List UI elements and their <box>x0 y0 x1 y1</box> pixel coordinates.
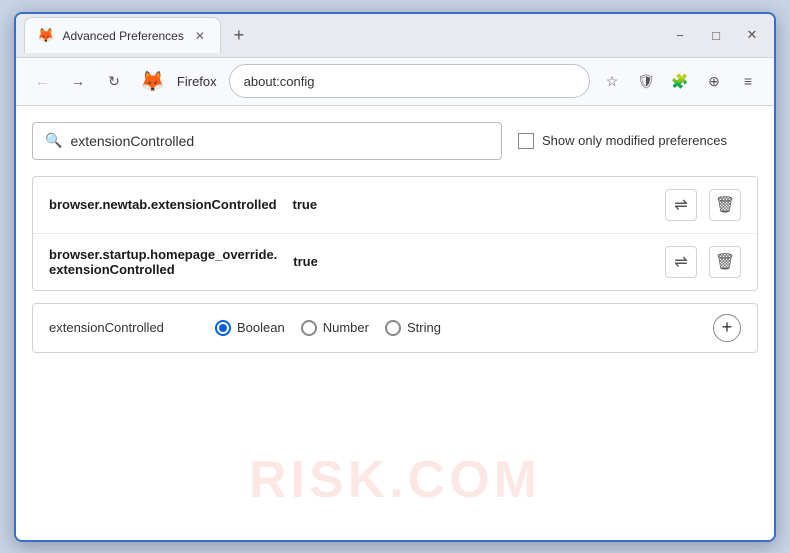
firefox-logo: 🦊 <box>140 69 165 94</box>
radio-boolean-circle[interactable] <box>215 320 231 336</box>
show-modified-checkbox-row[interactable]: Show only modified preferences <box>518 133 727 149</box>
tab-close-button[interactable]: ✕ <box>192 28 208 44</box>
toggle-button-2[interactable]: ⇌ <box>665 246 697 278</box>
browser-window: 🦊 Advanced Preferences ✕ + − □ ✕ ← → ↻ 🦊… <box>14 12 776 542</box>
toggle-icon-1: ⇌ <box>674 195 687 215</box>
radio-number-circle[interactable] <box>301 320 317 336</box>
delete-icon-1: 🗑 <box>715 195 735 215</box>
window-controls: − □ ✕ <box>666 21 766 49</box>
search-row: 🔍 Show only modified preferences <box>32 122 758 160</box>
radio-number[interactable]: Number <box>301 320 369 336</box>
pref-name-2-wrap: browser.startup.homepage_override. exten… <box>49 247 277 277</box>
delete-button-1[interactable]: 🗑 <box>709 189 741 221</box>
pref-value-2: true <box>293 254 318 269</box>
tab-favicon: 🦊 <box>37 27 54 44</box>
menu-icon[interactable]: ≡ <box>734 67 762 95</box>
delete-icon-2: 🗑 <box>715 252 735 272</box>
watermark: RISK.COM <box>249 450 541 510</box>
shield-icon[interactable]: 🛡 <box>632 67 660 95</box>
radio-string[interactable]: String <box>385 320 441 336</box>
search-icon: 🔍 <box>45 132 62 149</box>
restore-button[interactable]: □ <box>702 21 730 49</box>
pref-value-1: true <box>293 197 318 212</box>
title-bar: 🦊 Advanced Preferences ✕ + − □ ✕ <box>16 14 774 58</box>
add-preference-button[interactable]: + <box>713 314 741 342</box>
pref-name-2-line1: browser.startup.homepage_override. <box>49 247 277 262</box>
search-input[interactable] <box>70 133 489 149</box>
nav-icons: ☆ 🛡 🧩 ⊕ ≡ <box>598 67 762 95</box>
delete-button-2[interactable]: 🗑 <box>709 246 741 278</box>
radio-boolean-label: Boolean <box>237 320 285 335</box>
radio-string-circle[interactable] <box>385 320 401 336</box>
results-table: browser.newtab.extensionControlled true … <box>32 176 758 291</box>
pref-name-1: browser.newtab.extensionControlled <box>49 197 277 212</box>
new-pref-name: extensionControlled <box>49 320 199 335</box>
content-area: 🔍 Show only modified preferences browser… <box>16 106 774 540</box>
type-radio-group: Boolean Number String <box>215 320 441 336</box>
new-tab-button[interactable]: + <box>225 21 253 49</box>
bookmark-icon[interactable]: ☆ <box>598 67 626 95</box>
reload-button[interactable]: ↻ <box>100 67 128 95</box>
address-bar[interactable]: about:config <box>229 64 590 98</box>
close-button[interactable]: ✕ <box>738 21 766 49</box>
forward-button[interactable]: → <box>64 67 92 95</box>
address-text: about:config <box>244 74 575 89</box>
show-modified-label: Show only modified preferences <box>542 133 727 148</box>
tab-title: Advanced Preferences <box>62 29 183 43</box>
table-row: browser.newtab.extensionControlled true … <box>33 177 757 234</box>
add-preference-row: extensionControlled Boolean Number Strin… <box>32 303 758 353</box>
nav-bar: ← → ↻ 🦊 Firefox about:config ☆ 🛡 🧩 ⊕ ≡ <box>16 58 774 106</box>
search-box[interactable]: 🔍 <box>32 122 502 160</box>
minimize-button[interactable]: − <box>666 21 694 49</box>
show-modified-checkbox[interactable] <box>518 133 534 149</box>
extension-icon[interactable]: 🧩 <box>666 67 694 95</box>
radio-number-label: Number <box>323 320 369 335</box>
sync-icon[interactable]: ⊕ <box>700 67 728 95</box>
toggle-icon-2: ⇌ <box>674 252 687 272</box>
browser-name: Firefox <box>177 74 217 89</box>
add-icon: + <box>722 317 733 338</box>
toggle-button-1[interactable]: ⇌ <box>665 189 697 221</box>
table-row: browser.startup.homepage_override. exten… <box>33 234 757 290</box>
back-button[interactable]: ← <box>28 67 56 95</box>
pref-name-2-line2: extensionControlled <box>49 262 277 277</box>
radio-boolean[interactable]: Boolean <box>215 320 285 336</box>
radio-string-label: String <box>407 320 441 335</box>
browser-tab[interactable]: 🦊 Advanced Preferences ✕ <box>24 17 221 53</box>
